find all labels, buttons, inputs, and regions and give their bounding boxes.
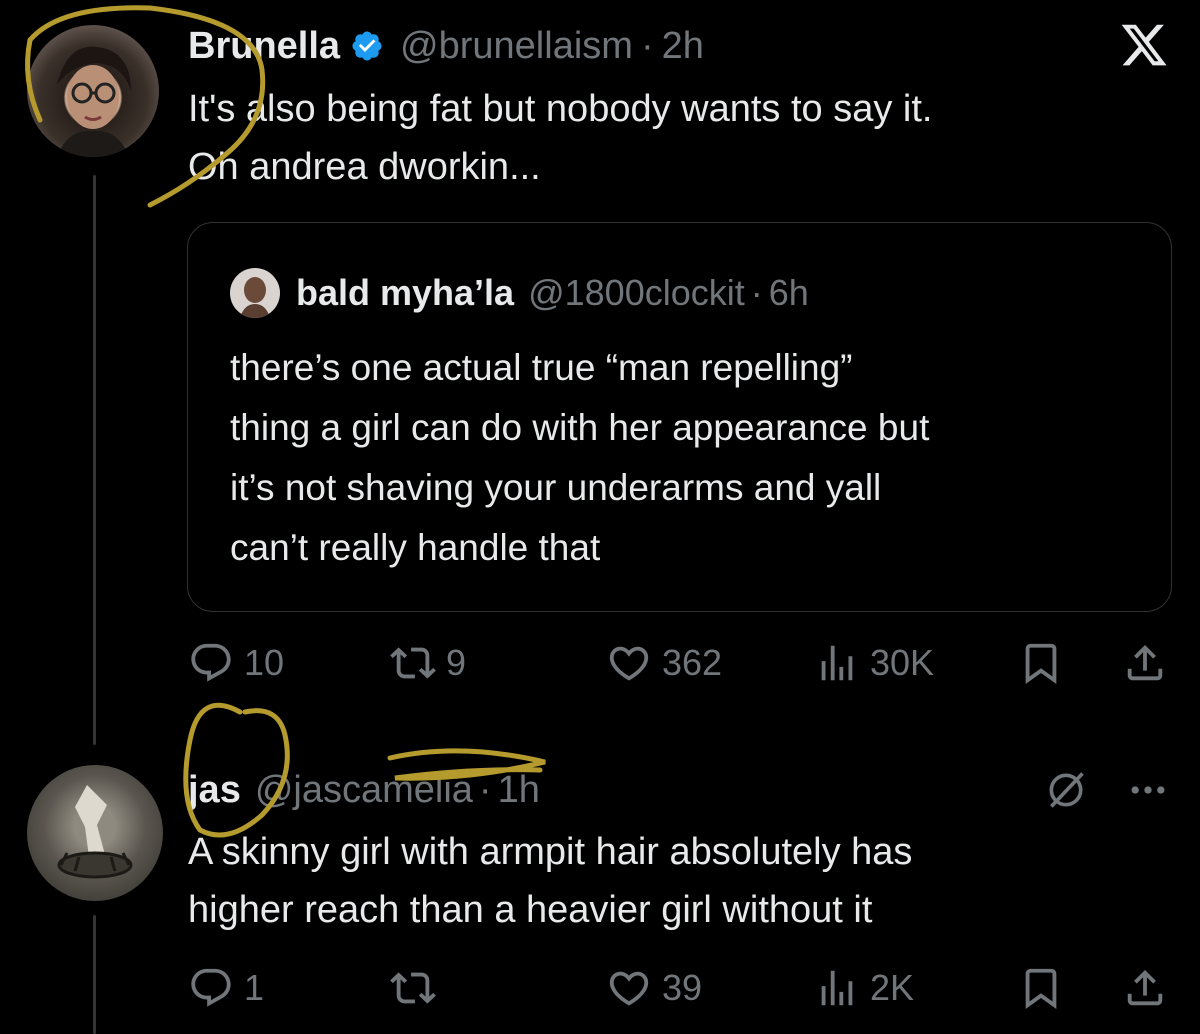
heart-icon	[606, 965, 652, 1011]
quoted-display-name[interactable]: bald myha’la	[296, 272, 514, 314]
reply-timestamp[interactable]: 1h	[498, 769, 540, 812]
reply-views-button[interactable]: 2K	[814, 965, 914, 1011]
views-count: 2K	[870, 967, 915, 1008]
reply-button[interactable]: 10	[188, 640, 284, 686]
views-icon	[814, 965, 860, 1011]
quoted-text-line: thing a girl can do with her appearance …	[230, 407, 930, 448]
like-count: 39	[662, 967, 703, 1008]
views-button[interactable]: 30K	[814, 640, 934, 686]
verified-badge-icon	[350, 29, 384, 63]
tweet-text-line: Oh andrea dworkin...	[188, 146, 541, 188]
quoted-separator: ·	[750, 272, 763, 313]
share-icon[interactable]	[1122, 640, 1168, 691]
grok-icon[interactable]	[1044, 768, 1088, 817]
x-logo-icon[interactable]	[1118, 20, 1170, 75]
reply-text-line: A skinny girl with armpit hair absolutel…	[188, 831, 913, 873]
bookmark-icon[interactable]	[1018, 965, 1064, 1016]
avatar-portrait	[57, 46, 131, 157]
share-icon[interactable]	[1122, 965, 1168, 1016]
reply-separator: ·	[478, 768, 492, 811]
reply-tweet-text: A skinny girl with armpit hair absolutel…	[188, 823, 1148, 939]
reply-tweet-header: jas @jascamelia · 1h	[188, 765, 540, 815]
quoted-text-line: there’s one actual true “man repelling”	[230, 347, 853, 388]
quoted-text-line: can’t really handle that	[230, 527, 601, 568]
repost-count: 9	[446, 642, 467, 683]
tweet-text: It's also being fat but nobody wants to …	[188, 80, 1148, 196]
quoted-tweet-text: there’s one actual true “man repelling” …	[230, 338, 1150, 578]
reply-text-line: higher reach than a heavier girl without…	[188, 889, 873, 931]
reply-avatar[interactable]	[27, 765, 163, 901]
quoted-handle[interactable]: @1800clockit	[528, 272, 745, 314]
more-icon[interactable]	[1124, 768, 1172, 817]
thread-line-bottom	[93, 915, 96, 1034]
quoted-tweet-header: bald myha’la @1800clockit · 6h	[296, 268, 809, 318]
display-name[interactable]: Brunella	[188, 25, 340, 68]
handle[interactable]: @brunellaism	[400, 25, 633, 68]
quoted-avatar-portrait	[240, 277, 270, 318]
reply-count: 10	[244, 642, 285, 683]
tweet-text-line: It's also being fat but nobody wants to …	[188, 88, 933, 130]
repost-icon	[390, 640, 436, 686]
reply-icon	[188, 965, 234, 1011]
reply-like-button[interactable]: 39	[606, 965, 702, 1011]
reply-handle[interactable]: @jascamelia	[255, 769, 473, 812]
views-icon	[814, 640, 860, 686]
repost-icon	[390, 965, 436, 1011]
like-count: 362	[662, 642, 723, 683]
reply-icon	[188, 640, 234, 686]
bookmark-icon[interactable]	[1018, 640, 1064, 691]
avatar[interactable]	[27, 25, 159, 157]
quoted-timestamp[interactable]: 6h	[769, 272, 809, 314]
quoted-text-line: it’s not shaving your underarms and yall	[230, 467, 882, 508]
like-button[interactable]: 362	[606, 640, 722, 686]
reply-repost-button[interactable]	[390, 965, 446, 1011]
repost-button[interactable]: 9	[390, 640, 466, 686]
views-count: 30K	[870, 642, 935, 683]
separator: ·	[640, 24, 654, 67]
timestamp[interactable]: 2h	[662, 25, 704, 68]
tweet-header: Brunella @brunellaism · 2h	[188, 22, 704, 70]
heart-icon	[606, 640, 652, 686]
thread-line-top	[93, 175, 96, 745]
reply-reply-button[interactable]: 1	[188, 965, 264, 1011]
reply-display-name[interactable]: jas	[188, 769, 241, 812]
reply-avatar-artwork	[57, 785, 133, 879]
quoted-avatar[interactable]	[230, 268, 280, 318]
reply-count: 1	[244, 967, 265, 1008]
